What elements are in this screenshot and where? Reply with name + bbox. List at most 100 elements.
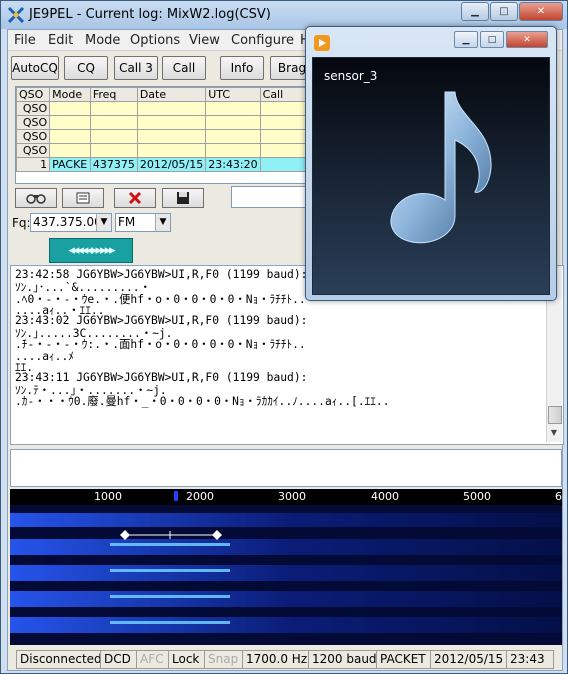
media-display: sensor_3 bbox=[312, 57, 550, 295]
table-cell[interactable] bbox=[89, 129, 138, 144]
close-icon: ✕ bbox=[523, 34, 531, 45]
snap-toggle[interactable]: Snap bbox=[204, 650, 244, 669]
table-row[interactable]: QSO bbox=[16, 143, 306, 158]
col-mode[interactable]: Mode bbox=[49, 87, 91, 102]
maximize-button[interactable]: □ bbox=[490, 2, 518, 21]
media-minimize-button[interactable]: ▁ bbox=[454, 31, 478, 48]
col-utc[interactable]: UTC bbox=[205, 87, 261, 102]
transmit-text-field[interactable] bbox=[10, 449, 562, 487]
table-cell[interactable] bbox=[89, 143, 138, 158]
entry-utc[interactable]: 23:43:20 bbox=[205, 157, 261, 172]
menu-mode[interactable]: Mode bbox=[85, 33, 120, 48]
call-button[interactable]: Call bbox=[162, 56, 206, 80]
connection-status: Disconnected bbox=[16, 650, 104, 669]
mode-select[interactable]: FM ▼ bbox=[115, 213, 171, 232]
menu-edit[interactable]: Edit bbox=[48, 33, 73, 48]
log-entry-row[interactable]: 1 PACKE 437375 2012/05/15 23:43:20 bbox=[16, 157, 306, 172]
row-label: QSO bbox=[16, 129, 51, 144]
table-cell[interactable] bbox=[136, 129, 207, 144]
table-row[interactable]: QSO bbox=[16, 115, 306, 130]
status-date: 2012/05/15 bbox=[430, 650, 508, 669]
frequency-select[interactable]: 437.375.000 ▼ bbox=[30, 213, 112, 232]
table-cell[interactable] bbox=[49, 115, 91, 130]
chevron-down-icon[interactable]: ▼ bbox=[96, 214, 111, 231]
menu-view[interactable]: View bbox=[189, 33, 220, 48]
table-cell[interactable] bbox=[89, 101, 138, 116]
call3-button[interactable]: Call 3 bbox=[114, 56, 158, 80]
delete-entry-button[interactable] bbox=[114, 188, 156, 208]
media-close-button[interactable]: ✕ bbox=[506, 31, 548, 48]
current-mode: PACKET bbox=[376, 650, 434, 669]
minimize-icon: ▁ bbox=[471, 6, 479, 17]
table-cell[interactable] bbox=[205, 129, 261, 144]
menu-configure[interactable]: Configure bbox=[231, 33, 294, 48]
autocq-button[interactable]: AutoCQ bbox=[11, 56, 59, 80]
audio-frequency: 1700.0 Hz bbox=[242, 650, 310, 669]
maximize-icon: □ bbox=[487, 34, 497, 45]
scroll-thumb[interactable] bbox=[548, 406, 562, 424]
row-label: QSO bbox=[16, 143, 51, 158]
baud-rate: 1200 baud bbox=[308, 650, 380, 669]
save-disk-icon bbox=[177, 192, 189, 204]
close-icon: ✕ bbox=[536, 6, 546, 17]
app-logo-icon bbox=[7, 6, 25, 24]
search-log-button[interactable] bbox=[15, 188, 57, 208]
table-cell[interactable] bbox=[205, 115, 261, 130]
delete-icon bbox=[128, 191, 142, 205]
menu-file[interactable]: File bbox=[14, 33, 36, 48]
col-date[interactable]: Date bbox=[136, 87, 207, 102]
waterfall-spectrum bbox=[10, 505, 562, 645]
col-call[interactable]: Call bbox=[259, 87, 306, 102]
minimize-button[interactable]: ▁ bbox=[461, 2, 489, 21]
table-cell[interactable] bbox=[259, 115, 306, 130]
table-cell[interactable] bbox=[136, 101, 207, 116]
row-label: QSO bbox=[16, 115, 51, 130]
close-button[interactable]: ✕ bbox=[519, 2, 563, 21]
fq-label: Fq: bbox=[12, 216, 31, 230]
table-cell[interactable] bbox=[136, 143, 207, 158]
media-maximize-button[interactable]: □ bbox=[480, 31, 504, 48]
binoculars-icon bbox=[26, 194, 46, 204]
col-freq[interactable]: Freq bbox=[89, 87, 138, 102]
entry-date[interactable]: 2012/05/15 bbox=[136, 157, 207, 172]
table-cell[interactable] bbox=[89, 115, 138, 130]
rx-text-line: .ｶ-・・・ｳ0.廢.曼hf・_・0・0・0・0・Nｮ・ﾗｶｶｲ..ﾉ....a… bbox=[15, 395, 390, 409]
table-cell[interactable] bbox=[49, 101, 91, 116]
chevron-down-icon[interactable]: ▼ bbox=[155, 214, 170, 231]
minimize-icon: ▁ bbox=[462, 34, 470, 45]
lock-toggle[interactable]: Lock bbox=[168, 650, 206, 669]
tuning-arrows[interactable]: ◂◂◂◂◂▸▸▸▸▸ bbox=[49, 238, 133, 263]
table-row[interactable]: QSO bbox=[16, 129, 306, 144]
scroll-down-icon[interactable]: ▼ bbox=[548, 426, 560, 440]
save-log-button[interactable] bbox=[162, 188, 204, 208]
table-cell[interactable] bbox=[259, 101, 306, 116]
table-cell[interactable] bbox=[205, 143, 261, 158]
status-time: 23:43 bbox=[506, 650, 554, 669]
info-button[interactable]: Info bbox=[220, 56, 264, 80]
cq-button[interactable]: CQ bbox=[64, 56, 108, 80]
table-cell[interactable] bbox=[49, 129, 91, 144]
table-cell[interactable] bbox=[205, 101, 261, 116]
mode-value: FM bbox=[118, 215, 136, 229]
col-qso[interactable]: QSO bbox=[16, 87, 51, 102]
table-cell[interactable] bbox=[259, 143, 306, 158]
title-bar: JE9PEL - Current log: MixW2.log(CSV) ▁ □… bbox=[1, 1, 567, 29]
table-cell[interactable] bbox=[136, 115, 207, 130]
frequency-scale: 1000 2000 3000 4000 5000 6 bbox=[10, 489, 562, 505]
media-player-window[interactable]: ▁ □ ✕ sensor_3 bbox=[305, 26, 557, 301]
table-cell[interactable] bbox=[259, 129, 306, 144]
table-row[interactable]: QSO bbox=[16, 101, 306, 116]
row-label: QSO bbox=[16, 101, 51, 116]
waterfall-display[interactable] bbox=[10, 505, 562, 645]
entry-freq[interactable]: 437375 bbox=[89, 157, 138, 172]
music-note-icon bbox=[390, 91, 492, 244]
log-grid[interactable]: QSO Mode Freq Date UTC Call QSO QSO QSO bbox=[15, 86, 307, 184]
entry-number: 1 bbox=[16, 157, 51, 172]
table-cell[interactable] bbox=[49, 143, 91, 158]
entry-mode[interactable]: PACKE bbox=[49, 157, 91, 172]
entry-call[interactable] bbox=[259, 157, 306, 172]
media-file-name: sensor_3 bbox=[324, 69, 378, 83]
menu-options[interactable]: Options bbox=[130, 33, 180, 48]
afc-toggle[interactable]: AFC bbox=[136, 650, 170, 669]
edit-log-button[interactable] bbox=[62, 188, 104, 208]
